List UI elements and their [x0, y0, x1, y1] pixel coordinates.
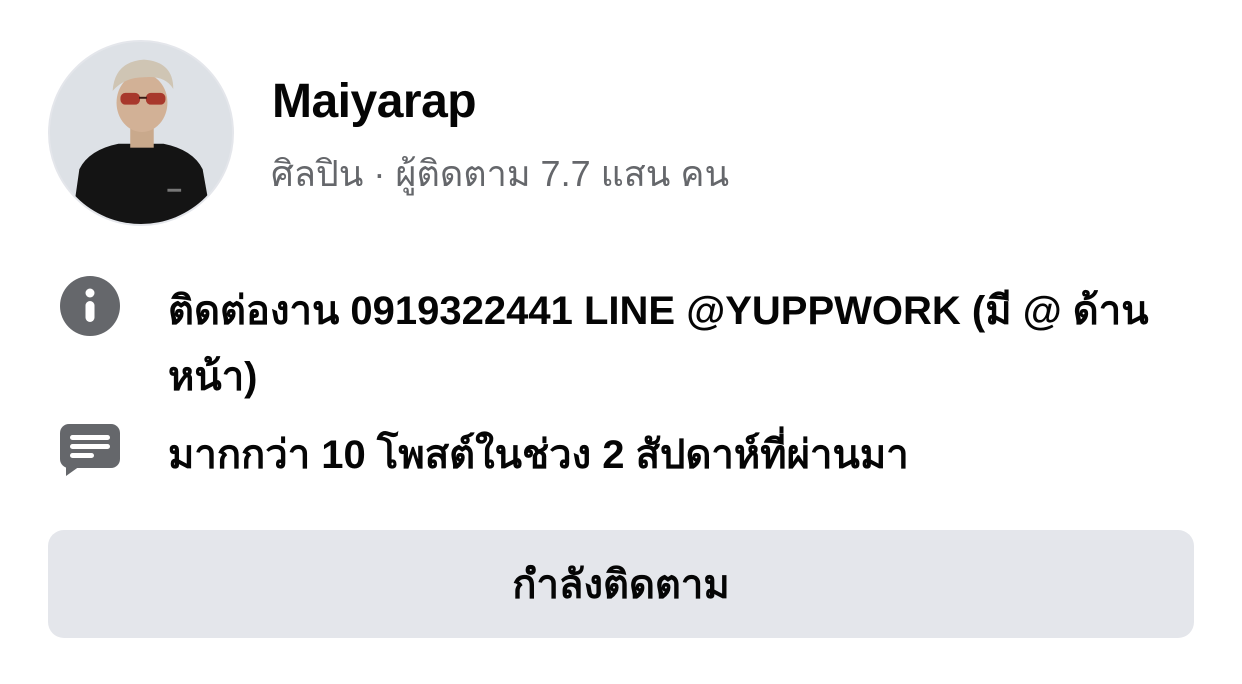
following-button[interactable]: กำลังติดตาม: [48, 530, 1194, 638]
category-label: ศิลปิน: [271, 153, 364, 194]
page-name[interactable]: Maiyarap: [272, 72, 477, 132]
page-subtitle: ศิลปิน · ผู้ติดตาม 7.7 แสน คน: [271, 152, 729, 196]
avatar[interactable]: [48, 40, 234, 226]
info-icon: [60, 276, 120, 336]
posts-icon: [60, 424, 120, 476]
following-button-label: กำลังติดตาม: [512, 563, 730, 607]
profile-photo: [50, 42, 232, 224]
followers-count[interactable]: ผู้ติดตาม 7.7 แสน คน: [395, 153, 729, 194]
recent-posts-text: มากกว่า 10 โพสต์ในช่วง 2 สัปดาห์ที่ผ่านม…: [168, 433, 909, 477]
contact-info-text: ติดต่องาน 0919322441 LINE @YUPPWORK (มี …: [168, 289, 1149, 399]
separator-dot: ·: [363, 153, 396, 194]
